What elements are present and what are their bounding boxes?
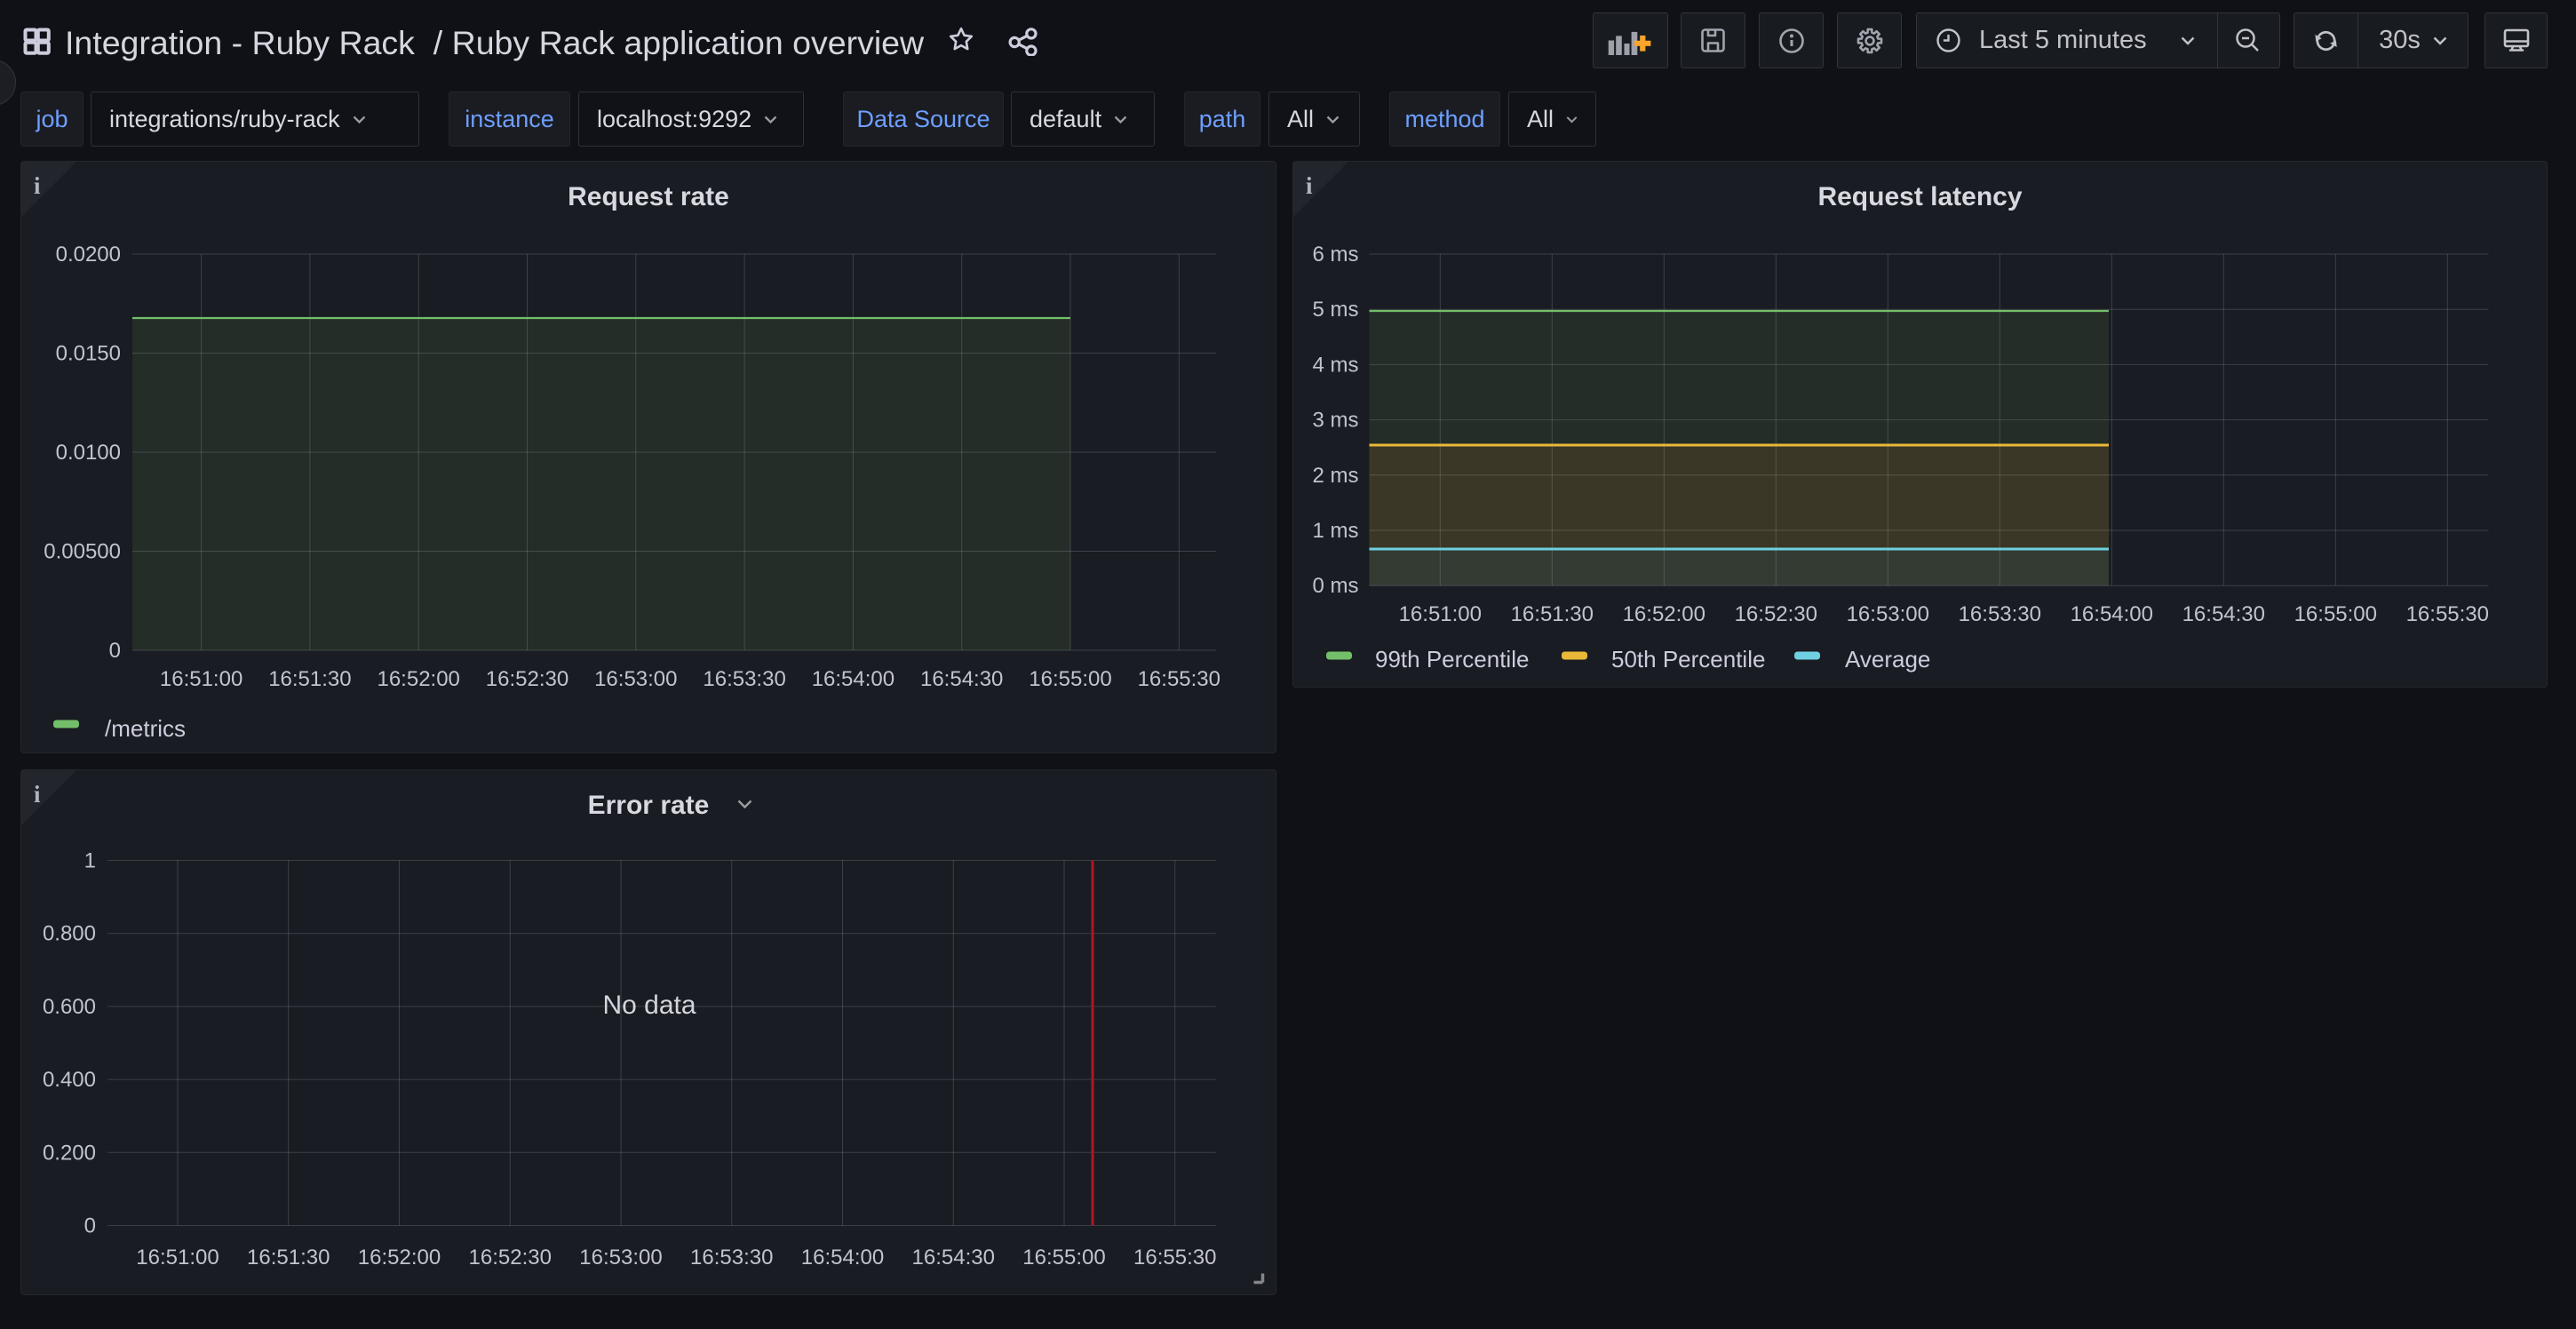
svg-text:16:51:00: 16:51:00 <box>1399 602 1482 626</box>
svg-text:16:51:00: 16:51:00 <box>136 1245 219 1269</box>
svg-text:0: 0 <box>84 1214 96 1238</box>
svg-text:16:55:00: 16:55:00 <box>2294 602 2377 626</box>
svg-text:16:51:30: 16:51:30 <box>268 667 351 691</box>
svg-text:0 ms: 0 ms <box>1312 574 1358 598</box>
svg-text:16:54:00: 16:54:00 <box>2071 602 2153 626</box>
svg-text:16:52:00: 16:52:00 <box>1623 602 1705 626</box>
svg-text:1: 1 <box>84 849 96 873</box>
svg-text:5 ms: 5 ms <box>1312 298 1358 322</box>
svg-text:16:52:30: 16:52:30 <box>469 1245 552 1269</box>
svg-text:50th Percentile: 50th Percentile <box>1611 646 1765 672</box>
svg-text:0.0150: 0.0150 <box>56 342 121 366</box>
svg-text:No data: No data <box>602 991 696 1020</box>
svg-text:0.800: 0.800 <box>43 922 96 946</box>
svg-text:16:51:30: 16:51:30 <box>247 1245 330 1269</box>
svg-text:16:51:00: 16:51:00 <box>160 667 242 691</box>
svg-text:Average: Average <box>1845 646 1930 672</box>
svg-text:1 ms: 1 ms <box>1312 519 1358 543</box>
svg-text:16:55:00: 16:55:00 <box>1022 1245 1105 1269</box>
svg-text:0.400: 0.400 <box>43 1068 96 1092</box>
svg-text:/metrics: /metrics <box>105 715 186 742</box>
svg-text:16:52:00: 16:52:00 <box>377 667 459 691</box>
svg-text:16:52:00: 16:52:00 <box>358 1245 441 1269</box>
svg-text:0.0100: 0.0100 <box>56 441 121 465</box>
svg-text:2 ms: 2 ms <box>1312 464 1358 488</box>
svg-text:16:53:00: 16:53:00 <box>1847 602 1929 626</box>
svg-text:16:53:00: 16:53:00 <box>594 667 677 691</box>
svg-text:16:54:30: 16:54:30 <box>920 667 1003 691</box>
svg-text:0: 0 <box>109 639 121 663</box>
svg-text:3 ms: 3 ms <box>1312 409 1358 433</box>
svg-text:16:54:00: 16:54:00 <box>812 667 894 691</box>
svg-text:0.200: 0.200 <box>43 1141 96 1165</box>
svg-text:16:55:30: 16:55:30 <box>2406 602 2489 626</box>
svg-text:0.600: 0.600 <box>43 995 96 1019</box>
svg-text:0.00500: 0.00500 <box>44 540 121 564</box>
svg-text:16:55:00: 16:55:00 <box>1029 667 1111 691</box>
svg-text:16:51:30: 16:51:30 <box>1511 602 1594 626</box>
svg-text:16:54:30: 16:54:30 <box>2182 602 2265 626</box>
svg-text:16:53:00: 16:53:00 <box>579 1245 662 1269</box>
svg-text:4 ms: 4 ms <box>1312 353 1358 377</box>
svg-text:16:53:30: 16:53:30 <box>1959 602 2041 626</box>
svg-text:6 ms: 6 ms <box>1312 243 1358 267</box>
svg-text:16:52:30: 16:52:30 <box>1735 602 1817 626</box>
svg-text:16:54:30: 16:54:30 <box>912 1245 995 1269</box>
svg-text:16:55:30: 16:55:30 <box>1133 1245 1216 1269</box>
svg-text:0.0200: 0.0200 <box>56 243 121 267</box>
svg-text:16:55:30: 16:55:30 <box>1138 667 1220 691</box>
svg-text:16:53:30: 16:53:30 <box>690 1245 773 1269</box>
svg-text:16:54:00: 16:54:00 <box>801 1245 884 1269</box>
svg-text:16:52:30: 16:52:30 <box>486 667 568 691</box>
svg-text:16:53:30: 16:53:30 <box>703 667 785 691</box>
svg-text:99th Percentile: 99th Percentile <box>1375 646 1529 672</box>
